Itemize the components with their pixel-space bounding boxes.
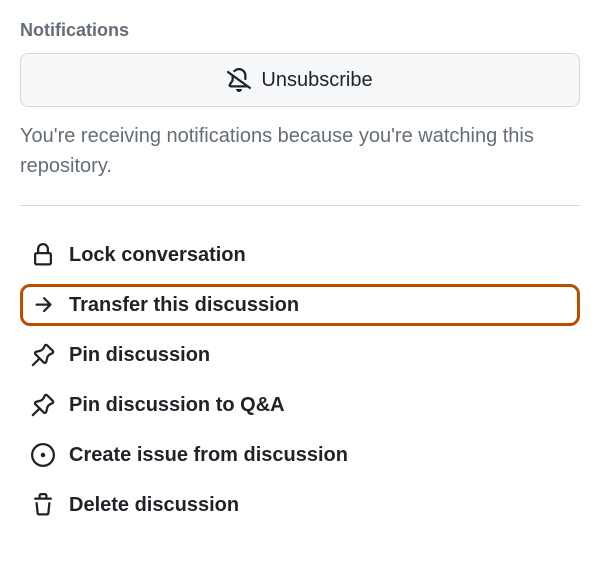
transfer-discussion-label: Transfer this discussion bbox=[69, 294, 299, 317]
pin-discussion-category-action[interactable]: Pin discussion to Q&A bbox=[20, 384, 580, 426]
pin-discussion-action[interactable]: Pin discussion bbox=[20, 334, 580, 376]
pin-discussion-category-label: Pin discussion to Q&A bbox=[69, 394, 285, 417]
transfer-discussion-action[interactable]: Transfer this discussion bbox=[20, 284, 580, 326]
lock-conversation-action[interactable]: Lock conversation bbox=[20, 234, 580, 276]
notifications-heading: Notifications bbox=[20, 20, 580, 41]
lock-conversation-label: Lock conversation bbox=[69, 244, 246, 267]
unsubscribe-button[interactable]: Unsubscribe bbox=[20, 53, 580, 107]
arrow-right-icon bbox=[31, 293, 55, 317]
trash-icon bbox=[31, 493, 55, 517]
delete-discussion-label: Delete discussion bbox=[69, 494, 239, 517]
notification-reason: You're receiving notifications because y… bbox=[20, 121, 580, 181]
pin-icon bbox=[31, 343, 55, 367]
pin-icon bbox=[31, 393, 55, 417]
unsubscribe-label: Unsubscribe bbox=[261, 69, 372, 92]
lock-icon bbox=[31, 243, 55, 267]
delete-discussion-action[interactable]: Delete discussion bbox=[20, 484, 580, 526]
create-issue-label: Create issue from discussion bbox=[69, 444, 348, 467]
actions-list: Lock conversation Transfer this discussi… bbox=[20, 234, 580, 526]
bell-slash-icon bbox=[227, 68, 251, 92]
create-issue-action[interactable]: Create issue from discussion bbox=[20, 434, 580, 476]
divider bbox=[20, 205, 580, 206]
pin-discussion-label: Pin discussion bbox=[69, 344, 210, 367]
issue-opened-icon bbox=[31, 443, 55, 467]
